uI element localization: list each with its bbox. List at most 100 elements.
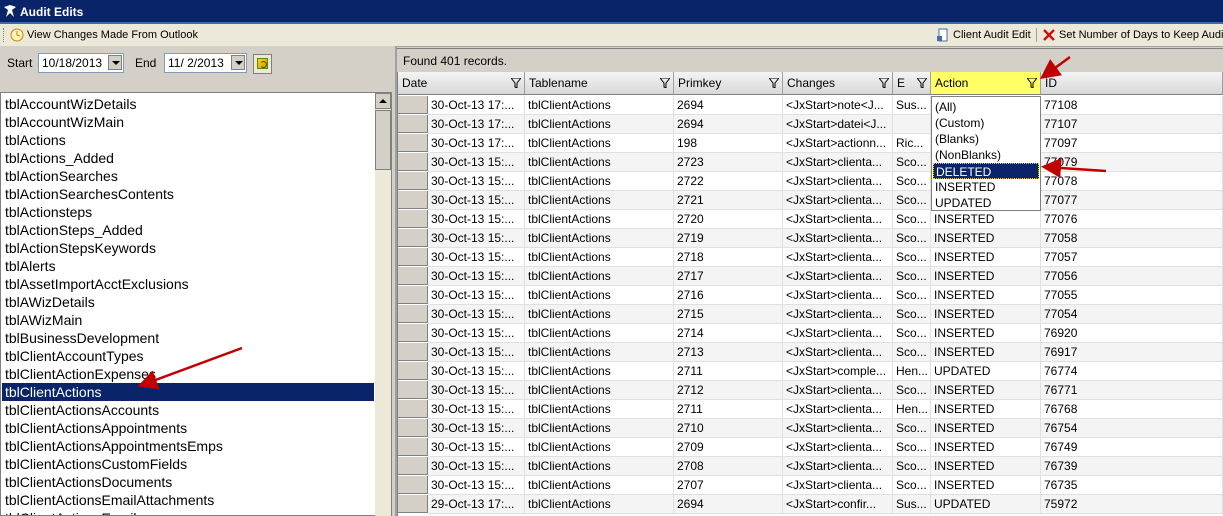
column-header-e[interactable]: E <box>893 72 931 95</box>
table-cell[interactable]: Sco... <box>893 476 931 495</box>
row-selector[interactable] <box>398 362 428 380</box>
table-cell[interactable]: UPDATED <box>931 362 1041 381</box>
table-list[interactable]: tblAccountWizDetails tblAccountWizMain tbl… <box>0 92 392 516</box>
table-list-item[interactable]: tblAssetImportAcctExclusions <box>5 275 189 293</box>
table-cell[interactable]: 30-Oct-13 15:... <box>428 267 525 286</box>
table-list-item[interactable]: tblActionSteps_Added <box>5 221 143 239</box>
table-cell[interactable]: <JxStart>clienta... <box>783 210 893 229</box>
table-list-item[interactable]: tblClientActionExpenses <box>5 365 156 383</box>
start-date-picker[interactable]: 10/18/2013 <box>38 53 124 73</box>
table-cell[interactable]: Ric... <box>893 134 931 153</box>
row-selector[interactable] <box>398 457 428 475</box>
filter-icon[interactable] <box>660 78 670 88</box>
table-cell[interactable]: <JxStart>comple... <box>783 362 893 381</box>
table-cell[interactable]: 2694 <box>674 96 783 115</box>
table-list-item[interactable]: tblActionsteps <box>5 203 92 221</box>
client-audit-edit-button[interactable]: Client Audit Edit <box>936 27 1031 43</box>
row-selector[interactable] <box>398 305 428 323</box>
table-cell[interactable]: Sus... <box>893 495 931 514</box>
table-cell[interactable]: tblClientActions <box>525 286 674 305</box>
table-cell[interactable]: 30-Oct-13 15:... <box>428 153 525 172</box>
table-cell[interactable]: <JxStart>datei<J... <box>783 115 893 134</box>
table-cell[interactable]: 77077 <box>1041 191 1223 210</box>
table-cell[interactable]: 2721 <box>674 191 783 210</box>
table-cell[interactable]: Hen... <box>893 362 931 381</box>
action-filter-dropdown[interactable]: (All) (Custom) (Blanks) (NonBlanks) DELETED I… <box>931 96 1041 211</box>
table-list-item[interactable]: tblActionSearchesContents <box>5 185 174 203</box>
table-cell[interactable]: INSERTED <box>931 343 1041 362</box>
table-cell[interactable]: tblClientActions <box>525 324 674 343</box>
row-selector[interactable] <box>398 134 428 152</box>
table-cell[interactable]: 30-Oct-13 15:... <box>428 381 525 400</box>
table-list-item[interactable]: tblActionStepsKeywords <box>5 239 156 257</box>
table-list-item[interactable]: tblBusinessDevelopment <box>5 329 159 347</box>
row-selector[interactable] <box>398 172 428 190</box>
table-cell[interactable]: INSERTED <box>931 419 1041 438</box>
refresh-button[interactable] <box>253 54 272 74</box>
column-header-id[interactable]: ID <box>1041 72 1223 95</box>
table-cell[interactable]: 77055 <box>1041 286 1223 305</box>
table-cell[interactable] <box>893 115 931 134</box>
table-cell[interactable]: <JxStart>clienta... <box>783 419 893 438</box>
table-cell[interactable]: 77058 <box>1041 229 1223 248</box>
table-cell[interactable]: 30-Oct-13 15:... <box>428 286 525 305</box>
table-cell[interactable]: Sco... <box>893 172 931 191</box>
scroll-up-icon[interactable] <box>375 93 391 109</box>
filter-option[interactable]: (All) <box>933 99 1039 115</box>
table-cell[interactable]: tblClientActions <box>525 172 674 191</box>
table-cell[interactable]: 2708 <box>674 457 783 476</box>
table-cell[interactable]: INSERTED <box>931 286 1041 305</box>
table-cell[interactable]: 76771 <box>1041 381 1223 400</box>
table-cell[interactable]: 2694 <box>674 495 783 514</box>
filter-icon[interactable] <box>769 78 779 88</box>
table-cell[interactable]: <JxStart>clienta... <box>783 476 893 495</box>
table-cell[interactable]: 76774 <box>1041 362 1223 381</box>
table-cell[interactable]: <JxStart>actionn... <box>783 134 893 153</box>
table-cell[interactable]: Sco... <box>893 305 931 324</box>
row-selector[interactable] <box>398 419 428 437</box>
table-cell[interactable]: <JxStart>clienta... <box>783 229 893 248</box>
table-cell[interactable]: 76920 <box>1041 324 1223 343</box>
table-cell[interactable]: 30-Oct-13 15:... <box>428 248 525 267</box>
row-selector[interactable] <box>398 96 428 114</box>
filter-icon[interactable] <box>879 78 889 88</box>
column-header-primkey[interactable]: Primkey <box>674 72 783 95</box>
table-list-item[interactable]: tblActions_Added <box>5 149 114 167</box>
filter-option[interactable]: (Blanks) <box>933 131 1039 147</box>
row-selector[interactable] <box>398 476 428 494</box>
table-cell[interactable]: 77107 <box>1041 115 1223 134</box>
end-date-picker[interactable]: 11/ 2/2013 <box>164 53 247 73</box>
table-cell[interactable]: Sus... <box>893 96 931 115</box>
table-cell[interactable]: 77097 <box>1041 134 1223 153</box>
chevron-down-icon[interactable] <box>231 55 245 70</box>
table-cell[interactable]: 30-Oct-13 15:... <box>428 324 525 343</box>
table-cell[interactable]: 2718 <box>674 248 783 267</box>
table-cell[interactable]: tblClientActions <box>525 476 674 495</box>
table-cell[interactable]: 2722 <box>674 172 783 191</box>
table-cell[interactable]: INSERTED <box>931 210 1041 229</box>
table-cell[interactable]: 77054 <box>1041 305 1223 324</box>
table-cell[interactable]: 2720 <box>674 210 783 229</box>
table-cell[interactable]: tblClientActions <box>525 305 674 324</box>
table-cell[interactable]: <JxStart>clienta... <box>783 324 893 343</box>
table-cell[interactable]: 2723 <box>674 153 783 172</box>
table-cell[interactable]: 2714 <box>674 324 783 343</box>
row-selector[interactable] <box>398 286 428 304</box>
table-cell[interactable]: 2717 <box>674 267 783 286</box>
table-cell[interactable]: <JxStart>clienta... <box>783 381 893 400</box>
table-cell[interactable]: 76749 <box>1041 438 1223 457</box>
table-cell[interactable]: 2707 <box>674 476 783 495</box>
table-cell[interactable]: Sco... <box>893 457 931 476</box>
table-cell[interactable]: tblClientActions <box>525 248 674 267</box>
table-cell[interactable]: <JxStart>clienta... <box>783 343 893 362</box>
table-cell[interactable]: tblClientActions <box>525 210 674 229</box>
table-cell[interactable]: 77079 <box>1041 153 1223 172</box>
table-cell[interactable]: 30-Oct-13 15:... <box>428 457 525 476</box>
table-cell[interactable]: tblClientActions <box>525 191 674 210</box>
table-cell[interactable]: Sco... <box>893 286 931 305</box>
view-changes-button[interactable]: View Changes Made From Outlook <box>10 27 198 43</box>
table-cell[interactable]: 76754 <box>1041 419 1223 438</box>
table-list-item[interactable]: tblClientAccountTypes <box>5 347 144 365</box>
table-list-item[interactable]: tblClientActionsEmailAttachments <box>5 491 214 509</box>
table-cell[interactable]: 30-Oct-13 15:... <box>428 362 525 381</box>
